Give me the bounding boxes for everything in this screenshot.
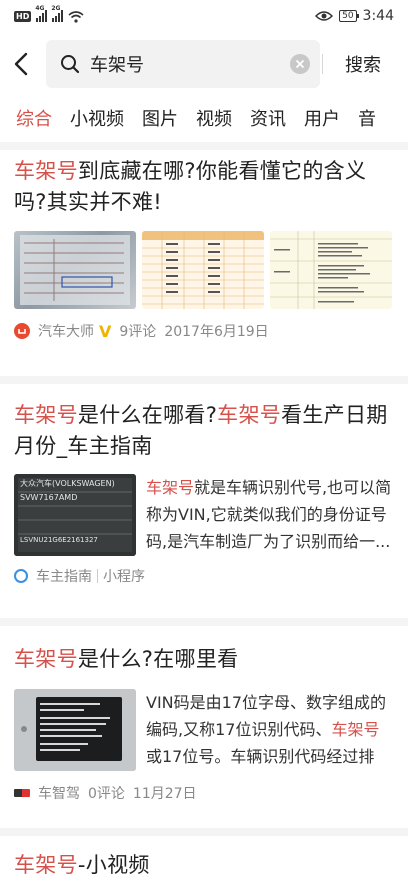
verified-badge: V	[99, 321, 112, 341]
source-logo-icon	[14, 323, 30, 339]
search-button[interactable]: 搜索	[330, 38, 396, 90]
signal-2g-icon: 2G	[51, 5, 64, 22]
publish-date: 11月27日	[132, 786, 197, 802]
result-meta: 车智驾 0评论 11月27日	[0, 783, 408, 803]
tab-users[interactable]: 用户	[302, 105, 342, 131]
signal-4g-icon: 4G	[35, 5, 48, 22]
result-title[interactable]: 车架号-小视频	[0, 850, 408, 881]
search-divider	[322, 54, 323, 74]
result-card[interactable]: 车架号到底藏在哪?你能看懂它的含义吗?其实并不难! 汽车大师 V 9评论 201…	[0, 156, 408, 341]
thumbnail-row	[0, 231, 408, 309]
result-title[interactable]: 车架号是什么?在哪里看	[0, 644, 408, 675]
thumbnail-code-chart[interactable]	[270, 231, 392, 309]
search-icon	[61, 55, 80, 74]
clock: 3:44	[362, 8, 394, 24]
eye-icon	[315, 11, 334, 21]
search-query-text: 车架号	[90, 55, 144, 76]
thumbnail-vin-year-table[interactable]	[142, 231, 264, 309]
status-left: HD 4G 2G	[14, 5, 84, 23]
source-name[interactable]: 车智驾	[38, 783, 80, 803]
category-tabs: 综合 小视频 图片 视频 资讯 用户 音	[0, 96, 408, 140]
result-card[interactable]: 车架号是什么?在哪里看 VIN码是由17位字母、数字组成的编码,又称17位识别代…	[0, 644, 408, 803]
status-bar: HD 4G 2G 50 3:44	[0, 0, 408, 32]
tab-comprehensive[interactable]: 综合	[14, 105, 54, 131]
tab-short-video[interactable]: 小视频	[68, 105, 126, 131]
back-arrow-icon[interactable]	[4, 38, 38, 90]
result-title[interactable]: 车架号是什么在哪看?车架号看生产日期月份_车主指南	[0, 400, 408, 462]
result-card[interactable]: 车架号是什么在哪看?车架号看生产日期月份_车主指南 大众汽车(VOLKSWAGE…	[0, 400, 408, 586]
meta-divider	[97, 569, 98, 583]
result-meta: 汽车大师 V 9评论 2017年6月19日	[0, 321, 408, 341]
divider	[0, 828, 408, 836]
result-snippet: 车架号就是车辆识别代号,也可以简称为VIN,它就类似我们的身份证号码,是汽车制造…	[146, 478, 392, 551]
mini-program-icon	[14, 569, 28, 583]
source-type: 小程序	[103, 569, 145, 585]
snippet-row: 大众汽车(VOLKSWAGEN) SVW7167AMD LSVNU21G6E21…	[0, 474, 408, 556]
plate-brand-text: 大众汽车(VOLKSWAGEN)	[20, 479, 115, 488]
search-bar: 车架号 搜索	[0, 38, 408, 90]
source-name[interactable]: 车主指南	[36, 566, 92, 586]
wifi-icon	[68, 10, 84, 23]
search-input[interactable]: 车架号	[46, 40, 320, 88]
result-card[interactable]: 车架号-小视频	[0, 850, 408, 881]
hd-indicator: HD	[14, 10, 32, 22]
comment-count: 0评论	[88, 786, 125, 802]
tab-news[interactable]: 资讯	[248, 105, 288, 131]
divider	[0, 618, 408, 626]
result-meta: 车主指南 小程序	[0, 566, 408, 586]
vin-plate-image[interactable]: 大众汽车(VOLKSWAGEN) SVW7167AMD LSVNU21G6E21…	[14, 474, 136, 556]
plate-vin-text: LSVNU21G6E2161327	[20, 536, 98, 544]
plate-model-text: SVW7167AMD	[20, 493, 78, 502]
source-name[interactable]: 汽车大师	[38, 321, 94, 341]
divider	[0, 376, 408, 384]
battery-icon: 50	[339, 10, 360, 22]
divider	[0, 142, 408, 150]
tab-images[interactable]: 图片	[140, 105, 180, 131]
publish-date: 2017年6月19日	[164, 324, 269, 340]
source-logo-icon	[14, 789, 30, 797]
snippet-row: VIN码是由17位字母、数字组成的编码,又称17位识别代码、车架号或17位号。车…	[0, 689, 408, 771]
thumbnail-document-photo[interactable]	[14, 231, 136, 309]
clear-icon[interactable]	[290, 54, 310, 74]
comment-count: 9评论	[119, 324, 157, 340]
result-title[interactable]: 车架号到底藏在哪?你能看懂它的含义吗?其实并不难!	[0, 156, 408, 218]
tab-music[interactable]: 音	[356, 105, 378, 131]
tab-video[interactable]: 视频	[194, 105, 234, 131]
status-right: 50 3:44	[315, 8, 394, 24]
vin-label-image[interactable]	[14, 689, 136, 771]
result-snippet: VIN码是由17位字母、数字组成的编码,又称17位识别代码、车架号或17位号。车…	[146, 693, 386, 766]
